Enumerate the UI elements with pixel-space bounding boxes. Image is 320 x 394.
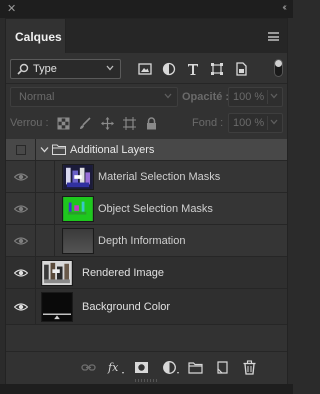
chevron-down-icon xyxy=(106,65,114,71)
layer-name: Rendered Image xyxy=(82,267,164,279)
fill-label: Fond : xyxy=(192,117,224,129)
layers-bottom-toolbar: fx xyxy=(6,351,287,384)
adjustment-filter-icon[interactable] xyxy=(162,62,176,76)
layer-material-selection-masks[interactable]: Material Selection Masks xyxy=(6,161,287,193)
chevron-down-icon[interactable] xyxy=(270,117,278,127)
field-divider xyxy=(267,90,268,104)
panel-tab-bar: Calques xyxy=(6,19,287,53)
close-icon[interactable]: ✕ xyxy=(7,2,16,15)
visibility-column[interactable] xyxy=(6,139,36,160)
visibility-column[interactable] xyxy=(6,193,36,224)
fill-value: 100 % xyxy=(233,117,265,129)
layer-depth-information[interactable]: Depth Information xyxy=(6,225,287,257)
layer-name: Background Color xyxy=(82,301,171,313)
lock-pixels-icon[interactable] xyxy=(79,117,92,130)
filter-toggle[interactable] xyxy=(274,59,283,77)
eye-icon[interactable] xyxy=(14,172,28,182)
svg-text:fx: fx xyxy=(107,361,119,374)
layer-object-selection-masks[interactable]: Object Selection Masks xyxy=(6,193,287,225)
filter-row: Type xyxy=(6,57,287,83)
layer-name: Depth Information xyxy=(98,235,186,247)
chevron-down-icon[interactable] xyxy=(40,145,49,154)
resize-grip[interactable] xyxy=(135,379,157,382)
layer-name: Material Selection Masks xyxy=(98,171,221,183)
link-icon[interactable] xyxy=(81,360,96,375)
indent-line xyxy=(54,193,55,224)
adjustment-icon[interactable] xyxy=(162,360,180,375)
image-filter-icon[interactable] xyxy=(138,62,152,76)
opacity-label: Opacité : xyxy=(182,91,230,103)
layer-thumbnail[interactable] xyxy=(62,164,94,190)
folder-icon[interactable] xyxy=(188,360,203,375)
indent-line xyxy=(54,161,55,192)
layer-list: Additional Layers Material Selection Mas… xyxy=(6,139,287,351)
shape-filter-icon[interactable] xyxy=(210,62,224,76)
folder-icon xyxy=(52,144,66,155)
visibility-column[interactable] xyxy=(6,289,36,324)
layer-group-additional-layers[interactable]: Additional Layers xyxy=(6,139,287,161)
visibility-column[interactable] xyxy=(6,161,36,192)
tab-calques[interactable]: Calques xyxy=(6,19,66,53)
opacity-value: 100 % xyxy=(233,91,265,103)
lock-label: Verrou : xyxy=(10,117,49,129)
divider xyxy=(6,83,287,84)
window-titlebar: ✕ ‹‹ xyxy=(0,0,293,18)
visibility-column[interactable] xyxy=(6,257,36,288)
lock-artboard-icon[interactable] xyxy=(123,117,136,130)
visibility-box[interactable] xyxy=(16,145,26,155)
trash-icon[interactable] xyxy=(242,360,257,375)
eye-icon[interactable] xyxy=(14,268,28,278)
eye-icon[interactable] xyxy=(14,204,28,214)
toggle-knob xyxy=(275,60,282,67)
collapse-icon[interactable]: ‹‹ xyxy=(282,2,286,13)
indent-line xyxy=(54,225,55,256)
chevron-down-icon[interactable] xyxy=(270,91,278,101)
fx-icon[interactable]: fx xyxy=(107,360,125,375)
eye-icon[interactable] xyxy=(14,236,28,246)
layer-background-color[interactable]: Background Color xyxy=(6,289,287,325)
fill-field[interactable]: 100 % xyxy=(228,113,283,133)
layer-rendered-image[interactable]: Rendered Image xyxy=(6,257,287,289)
lock-row: Verrou : Fond : 100 % xyxy=(6,113,287,135)
blend-mode-label: Normal xyxy=(19,91,55,103)
smart-object-filter-icon[interactable] xyxy=(234,62,248,76)
layer-thumbnail[interactable] xyxy=(41,260,73,286)
filter-kind-label: Type xyxy=(33,63,57,75)
layer-thumbnail[interactable] xyxy=(41,292,73,322)
chevron-down-icon xyxy=(164,93,172,99)
filter-kind-select[interactable]: Type xyxy=(10,59,121,79)
eye-icon[interactable] xyxy=(14,302,28,312)
search-icon xyxy=(17,63,29,75)
type-filter-icon[interactable] xyxy=(186,62,200,76)
layers-panel: Calques Type Normal Opacité : 100 % Verr… xyxy=(5,18,288,384)
opacity-field[interactable]: 100 % xyxy=(228,87,283,107)
lock-all-icon[interactable] xyxy=(145,117,158,130)
lock-transparency-icon[interactable] xyxy=(57,117,70,130)
blend-row: Normal Opacité : 100 % xyxy=(6,87,287,109)
layer-name: Additional Layers xyxy=(70,144,155,156)
layer-name: Object Selection Masks xyxy=(98,203,213,215)
lock-position-icon[interactable] xyxy=(101,117,114,130)
layer-thumbnail[interactable] xyxy=(62,228,94,254)
blend-mode-select[interactable]: Normal xyxy=(10,87,178,107)
panel-menu-icon[interactable] xyxy=(268,32,279,41)
new-layer-icon[interactable] xyxy=(215,360,230,375)
field-divider xyxy=(267,116,268,130)
window-bottom-edge xyxy=(0,384,293,394)
visibility-column[interactable] xyxy=(6,225,36,256)
mask-icon[interactable] xyxy=(134,360,149,375)
layer-thumbnail[interactable] xyxy=(62,196,94,222)
